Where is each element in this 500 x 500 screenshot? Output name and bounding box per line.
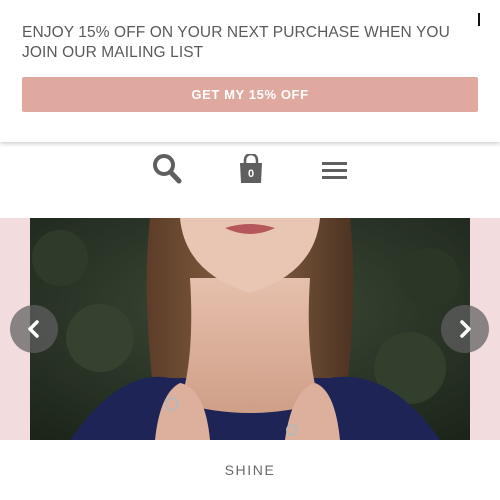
menu-icon[interactable] — [322, 161, 347, 181]
site-header: 0 — [0, 142, 500, 218]
get-discount-button[interactable]: GET MY 15% OFF — [22, 77, 478, 112]
promo-banner: ENJOY 15% OFF ON YOUR NEXT PURCHASE WHEN… — [0, 0, 500, 142]
promo-message: ENJOY 15% OFF ON YOUR NEXT PURCHASE WHEN… — [22, 24, 450, 61]
slider-next-button[interactable] — [441, 305, 489, 353]
chevron-left-icon — [28, 320, 39, 338]
slide-photo — [30, 218, 470, 440]
shopping-bag-icon[interactable]: 0 — [238, 152, 264, 184]
close-icon[interactable] — [478, 13, 480, 26]
search-icon[interactable] — [152, 153, 182, 185]
hero-slider — [0, 218, 500, 440]
slider-prev-button[interactable] — [10, 305, 58, 353]
slide-caption: SHINE — [224, 462, 276, 478]
cart-count: 0 — [247, 168, 255, 180]
chevron-right-icon — [460, 320, 471, 338]
